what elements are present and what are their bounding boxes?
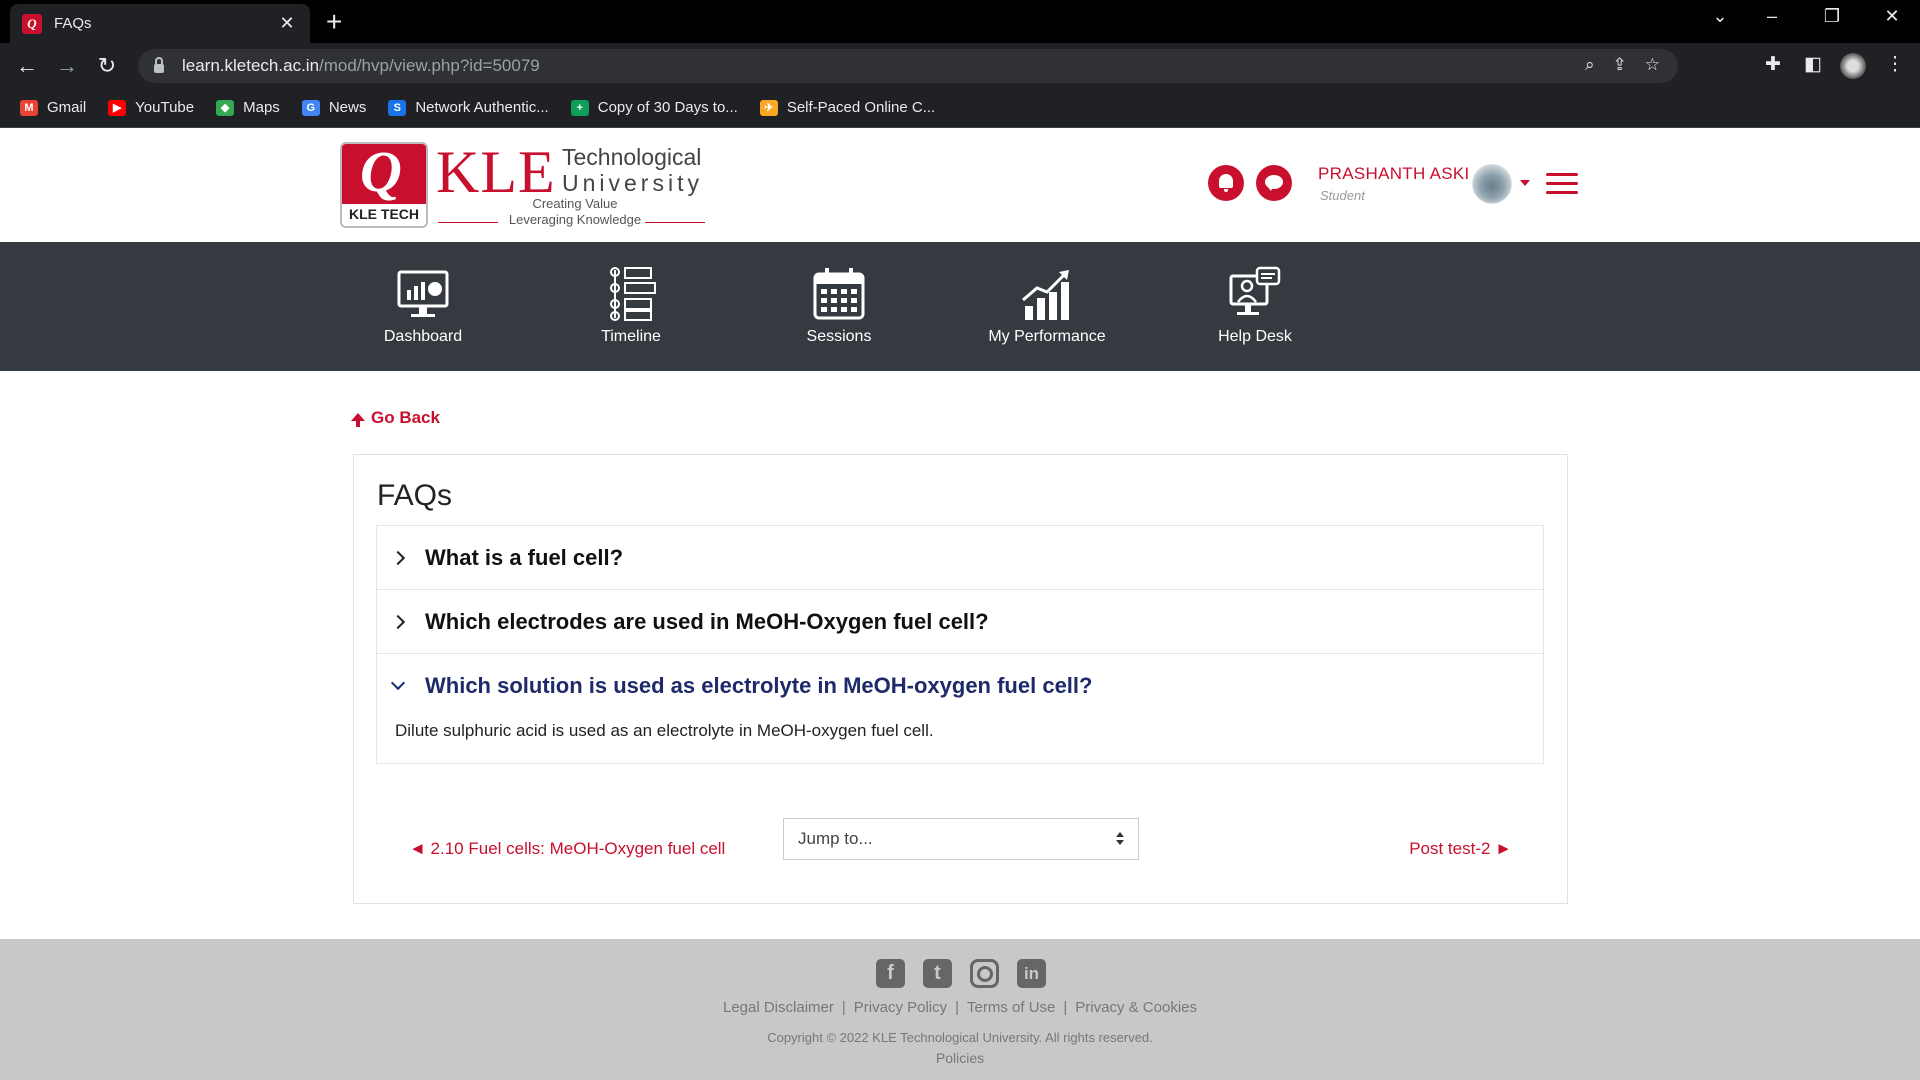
hamburger-menu-icon[interactable] xyxy=(1546,173,1578,195)
nav-help-desk[interactable]: Help Desk xyxy=(1165,242,1345,371)
social-links: f t in xyxy=(876,959,1046,988)
lock-icon[interactable] xyxy=(154,57,164,73)
select-arrows-icon xyxy=(1116,832,1124,846)
faq-question: Which electrodes are used in MeOH-Oxygen… xyxy=(425,608,989,634)
user-avatar[interactable] xyxy=(1472,164,1512,204)
kle-badge: Q KLE TECH xyxy=(340,142,428,228)
main-nav: Dashboard Timeline Sessions My Performan… xyxy=(0,242,1920,371)
profile-avatar-icon[interactable] xyxy=(1840,53,1866,79)
site-header: Q KLE TECH KLE Technological University … xyxy=(0,128,1920,242)
calendar-icon xyxy=(813,268,865,320)
kle-favicon-icon: Q xyxy=(22,13,42,34)
footer-links: Legal Disclaimer | Privacy Policy | Terms of… xyxy=(722,999,1198,1016)
bookmark-maps[interactable]: ◆ Maps xyxy=(216,99,280,116)
help-desk-icon xyxy=(1229,266,1281,315)
share-icon[interactable]: ⇪ xyxy=(1613,55,1627,75)
nav-sessions[interactable]: Sessions xyxy=(749,242,929,371)
linkedin-icon[interactable]: in xyxy=(1017,959,1046,988)
chevron-right-icon xyxy=(390,550,406,565)
logo-tagline: Creating Value Leveraging Knowledge xyxy=(508,196,642,227)
gmail-icon: M xyxy=(20,99,38,116)
new-tab-icon[interactable]: + xyxy=(326,8,342,36)
jump-to-select[interactable]: Jump to... xyxy=(783,818,1139,860)
zoom-icon[interactable]: ⌕ xyxy=(1585,55,1595,75)
bookmark-youtube[interactable]: ▶ YouTube xyxy=(108,99,194,116)
news-icon: G xyxy=(301,99,320,116)
faq-card: FAQs What is a fuel cell? Which electrod… xyxy=(353,454,1568,904)
restore-icon[interactable]: ❐ xyxy=(1812,6,1852,27)
faq-item: Which electrodes are used in MeOH-Oxygen… xyxy=(377,590,1543,654)
policies-link[interactable]: Policies xyxy=(0,1050,1920,1066)
page-title: FAQs xyxy=(377,479,453,512)
faq-toggle[interactable]: Which solution is used as electrolyte in… xyxy=(377,654,1543,717)
go-back-link[interactable]: Go Back xyxy=(351,408,440,428)
privacy-policy-link[interactable]: Privacy Policy xyxy=(854,999,947,1016)
user-role: Student xyxy=(1320,188,1365,203)
arrow-up-icon xyxy=(351,413,365,427)
notifications-button[interactable] xyxy=(1208,165,1244,201)
tab-title: FAQs xyxy=(54,15,92,32)
chevron-down-icon xyxy=(390,675,406,690)
bookmark-network-auth[interactable]: S Network Authentic... xyxy=(388,99,549,116)
faq-accordion: What is a fuel cell? Which electrodes ar… xyxy=(376,525,1544,764)
bookmark-news[interactable]: G News xyxy=(301,99,366,116)
next-activity-link[interactable]: Post test-2 ► xyxy=(1409,839,1512,859)
timeline-icon xyxy=(610,267,656,321)
side-panel-icon[interactable]: ◧ xyxy=(1800,53,1826,76)
previous-activity-link[interactable]: ◄ 2.10 Fuel cells: MeOH-Oxygen fuel cell xyxy=(409,839,725,859)
forward-icon[interactable]: → xyxy=(54,53,80,79)
faq-item: What is a fuel cell? xyxy=(377,526,1543,590)
bell-icon xyxy=(1219,174,1233,192)
site-footer: f t in Legal Disclaimer | Privacy Policy | T… xyxy=(0,939,1920,1080)
tab-search-icon[interactable]: ⌄ xyxy=(1700,6,1740,27)
faq-question: Which solution is used as electrolyte in… xyxy=(425,672,1093,698)
extensions-icon[interactable]: ✚ xyxy=(1760,53,1786,76)
privacy-cookies-link[interactable]: Privacy & Cookies xyxy=(1075,999,1197,1016)
facebook-icon[interactable]: f xyxy=(876,959,905,988)
user-menu-caret-icon[interactable] xyxy=(1520,180,1530,186)
bookmark-star-icon[interactable]: ☆ xyxy=(1645,55,1660,75)
bookmark-course[interactable]: ✈ Self-Paced Online C... xyxy=(759,99,935,116)
bookmark-sheets[interactable]: + Copy of 30 Days to... xyxy=(570,99,738,116)
faq-answer: Dilute sulphuric acid is used as an elec… xyxy=(395,721,934,740)
minimize-icon[interactable]: – xyxy=(1752,6,1792,27)
copyright-text: Copyright © 2022 KLE Technological Unive… xyxy=(767,1030,1153,1045)
logo-university-name: Technological University xyxy=(562,144,703,196)
bookmark-gmail[interactable]: M Gmail xyxy=(20,99,86,116)
dashboard-icon xyxy=(397,270,449,317)
faq-question: What is a fuel cell? xyxy=(425,544,624,570)
browser-toolbar: ← → ↻ learn.kletech.ac.in/mod/hvp/view.p… xyxy=(0,43,1920,88)
terms-of-use-link[interactable]: Terms of Use xyxy=(967,999,1055,1016)
nav-dashboard[interactable]: Dashboard xyxy=(333,242,513,371)
user-name[interactable]: PRASHANTH ASKI xyxy=(1318,164,1470,184)
performance-chart-icon xyxy=(1022,270,1069,320)
maps-icon: ◆ xyxy=(216,99,235,116)
faq-toggle[interactable]: Which electrodes are used in MeOH-Oxygen… xyxy=(377,590,1543,653)
youtube-icon: ▶ xyxy=(108,99,127,116)
legal-disclaimer-link[interactable]: Legal Disclaimer xyxy=(723,999,834,1016)
browser-tab-bar: Q FAQs ✕ + ⌄ – ❐ ✕ xyxy=(0,0,1920,43)
kle-logo[interactable]: Q KLE TECH KLE Technological University … xyxy=(340,139,710,232)
faq-toggle[interactable]: What is a fuel cell? xyxy=(377,526,1543,589)
browser-menu-icon[interactable]: ⋮ xyxy=(1882,53,1908,76)
address-bar[interactable]: learn.kletech.ac.in/mod/hvp/view.php?id=… xyxy=(138,49,1678,83)
course-icon: ✈ xyxy=(759,99,778,116)
nav-timeline[interactable]: Timeline xyxy=(541,242,721,371)
messages-button[interactable] xyxy=(1256,165,1292,201)
chat-bubble-icon xyxy=(1265,175,1283,191)
faq-item-expanded: Which solution is used as electrolyte in… xyxy=(377,654,1543,763)
nav-my-performance[interactable]: My Performance xyxy=(957,242,1137,371)
url-text: learn.kletech.ac.in/mod/hvp/view.php?id=… xyxy=(182,56,540,75)
bookmarks-bar: M Gmail ▶ YouTube ◆ Maps G News S Networ… xyxy=(0,88,1920,128)
reload-icon[interactable]: ↻ xyxy=(94,53,120,79)
back-icon[interactable]: ← xyxy=(14,53,40,79)
twitter-icon[interactable]: t xyxy=(923,959,952,988)
browser-tab-active[interactable]: Q FAQs ✕ xyxy=(10,4,310,43)
close-window-icon[interactable]: ✕ xyxy=(1872,6,1912,27)
instagram-icon[interactable] xyxy=(970,959,999,988)
chevron-right-icon xyxy=(390,614,406,629)
tab-close-icon[interactable]: ✕ xyxy=(276,13,298,34)
sheets-icon: + xyxy=(570,99,589,116)
network-auth-icon: S xyxy=(388,99,407,116)
